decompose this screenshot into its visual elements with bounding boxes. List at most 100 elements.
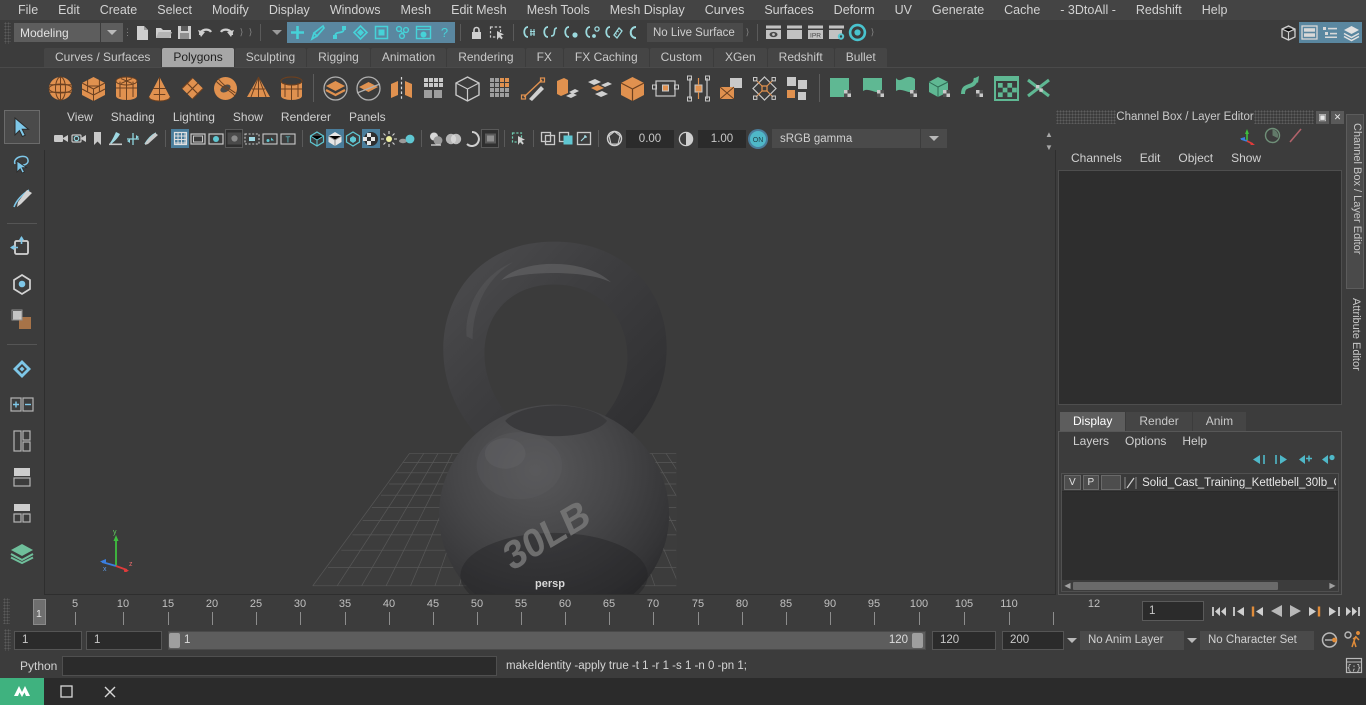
smooth-icon[interactable] [418,72,451,105]
play-backwards-icon[interactable] [1267,601,1286,622]
shelf-tab-fx-caching[interactable]: FX Caching [563,48,649,67]
current-frame-field[interactable]: 1 [1142,601,1204,621]
menu-edit[interactable]: Edit [48,0,90,20]
scroll-up-arrow-icon[interactable]: ▲ [1042,130,1056,139]
layer-tab-render[interactable]: Render [1126,412,1192,431]
move-tool-icon[interactable] [4,231,40,265]
ipr-render-icon[interactable]: IPR [805,22,826,43]
last-tool-used-icon[interactable] [4,352,40,386]
layout-two-pane-icon[interactable] [4,460,40,494]
select-by-component-type-icon[interactable] [329,22,350,43]
command-input[interactable] [62,655,497,676]
new-layer-icon[interactable] [1297,453,1312,469]
script-editor-icon[interactable]: {;} [1342,657,1366,674]
shelf-tab-xgen[interactable]: XGen [713,48,767,67]
shaded-wireframe-icon[interactable] [344,129,362,148]
save-scene-icon[interactable] [174,22,195,43]
shelf-tab-rendering[interactable]: Rendering [447,48,525,67]
textured-mode-icon[interactable] [362,129,380,148]
anim-layer-combo[interactable]: No Anim Layer [1080,630,1184,650]
two-sided-lighting-icon[interactable] [124,129,142,148]
select-by-component-vertex-icon[interactable] [350,22,371,43]
menu-surfaces[interactable]: Surfaces [754,0,823,20]
layer-name[interactable]: Solid_Cast_Training_Kettlebell_30lb_C [1138,477,1336,489]
menu-redshift[interactable]: Redshift [1126,0,1192,20]
safe-action-icon[interactable] [261,129,279,148]
separate-icon[interactable] [352,72,385,105]
lock-selection-icon[interactable] [466,22,487,43]
poly-pyramid-icon[interactable] [242,72,275,105]
channel-box-menu-edit[interactable]: Edit [1131,148,1170,168]
table-row[interactable]: V P Solid_Cast_Training_Kettlebell_30lb_… [1062,474,1338,492]
go-to-end-icon[interactable] [1343,601,1362,622]
modeling-toolkit-slash-icon[interactable] [1287,127,1304,147]
layer-list[interactable]: V P Solid_Cast_Training_Kettlebell_30lb_… [1061,473,1339,592]
layer-move-right-icon[interactable] [1274,453,1289,469]
channel-box-toggle-icon[interactable] [1320,22,1341,43]
menu-set-selector[interactable]: Modeling [14,23,100,42]
layer-menu-options[interactable]: Options [1117,432,1174,451]
channel-box-menu-channels[interactable]: Channels [1062,148,1131,168]
channel-box-menu-object[interactable]: Object [1169,148,1222,168]
layout-single-pane-icon[interactable] [4,424,40,458]
render-current-frame-icon[interactable] [763,22,784,43]
extrude-icon[interactable] [550,72,583,105]
use-all-lights-icon[interactable] [380,129,398,148]
shelf-tab-curves-surfaces[interactable]: Curves / Surfaces [44,48,162,67]
poly-plane-icon[interactable] [176,72,209,105]
camera-attributes-icon[interactable] [70,129,88,148]
paint-select-tool-icon[interactable] [4,182,40,216]
new-scene-icon[interactable] [132,22,153,43]
shelf-tab-rigging[interactable]: Rigging [307,48,370,67]
menu-help[interactable]: Help [1192,0,1238,20]
layer-editor-toggle-icon[interactable] [1341,22,1362,43]
redo-icon[interactable] [216,22,237,43]
viewport-menu-shading[interactable]: Shading [102,108,164,127]
wireframe-icon[interactable] [308,129,326,148]
dock-tab-channel-box[interactable]: Channel Box / Layer Editor [1346,114,1364,289]
range-slider-gripper[interactable] [4,629,11,651]
resolution-gate-icon[interactable] [207,129,225,148]
poly-cylinder-icon[interactable] [110,72,143,105]
scroll-down-arrow-icon[interactable]: ▼ [1042,143,1056,152]
boolean-icon[interactable] [451,72,484,105]
channel-box-axis-icon[interactable] [1240,127,1258,148]
range-slider-bar[interactable]: 1 120 [168,630,926,650]
scroll-left-arrow-icon[interactable]: ◀ [1062,581,1073,590]
render-sequence-icon[interactable] [784,22,805,43]
multisample-anti-aliasing-icon[interactable] [463,129,481,148]
range-slider-right-handle[interactable] [912,632,923,648]
menu-mesh[interactable]: Mesh [391,0,442,20]
channel-box-close-button[interactable]: ✕ [1331,110,1344,124]
mirror-icon[interactable] [385,72,418,105]
menu-3dtoall[interactable]: - 3DtoAll - [1050,0,1126,20]
mask-expand-icon[interactable] [4,388,40,422]
poly-sphere-icon[interactable] [44,72,77,105]
menu-curves[interactable]: Curves [695,0,755,20]
xray-joints-icon[interactable] [557,129,575,148]
isolate-select-icon[interactable] [510,129,528,148]
menu-mesh-display[interactable]: Mesh Display [600,0,695,20]
select-tool-icon[interactable] [4,110,40,144]
auto-key-icon[interactable] [1320,630,1339,651]
exposure-field[interactable]: 0.00 [626,129,674,148]
menu-windows[interactable]: Windows [320,0,391,20]
shelf-tab-fx[interactable]: FX [525,48,563,67]
bridge-icon[interactable] [616,72,649,105]
layout-four-pane-icon[interactable] [4,496,40,530]
selection-help-icon[interactable]: ? [434,22,455,43]
selection-mode-dropdown-icon[interactable] [266,22,287,43]
poly-cube-icon[interactable] [77,72,110,105]
anim-layer-dropdown-arrow[interactable] [1064,631,1080,650]
target-weld-icon[interactable] [517,72,550,105]
xray-icon[interactable] [539,129,557,148]
layer-list-horizontal-scrollbar[interactable]: ◀ ▶ [1062,580,1338,591]
menu-edit-mesh[interactable]: Edit Mesh [441,0,517,20]
uv-cylindrical-icon[interactable] [858,72,891,105]
menu-cache[interactable]: Cache [994,0,1050,20]
viewport-menu-renderer[interactable]: Renderer [272,108,340,127]
bevel-icon[interactable] [583,72,616,105]
viewport-menu-lighting[interactable]: Lighting [164,108,224,127]
image-plane-icon[interactable] [106,129,124,148]
rotate-tool-icon[interactable] [4,267,40,301]
